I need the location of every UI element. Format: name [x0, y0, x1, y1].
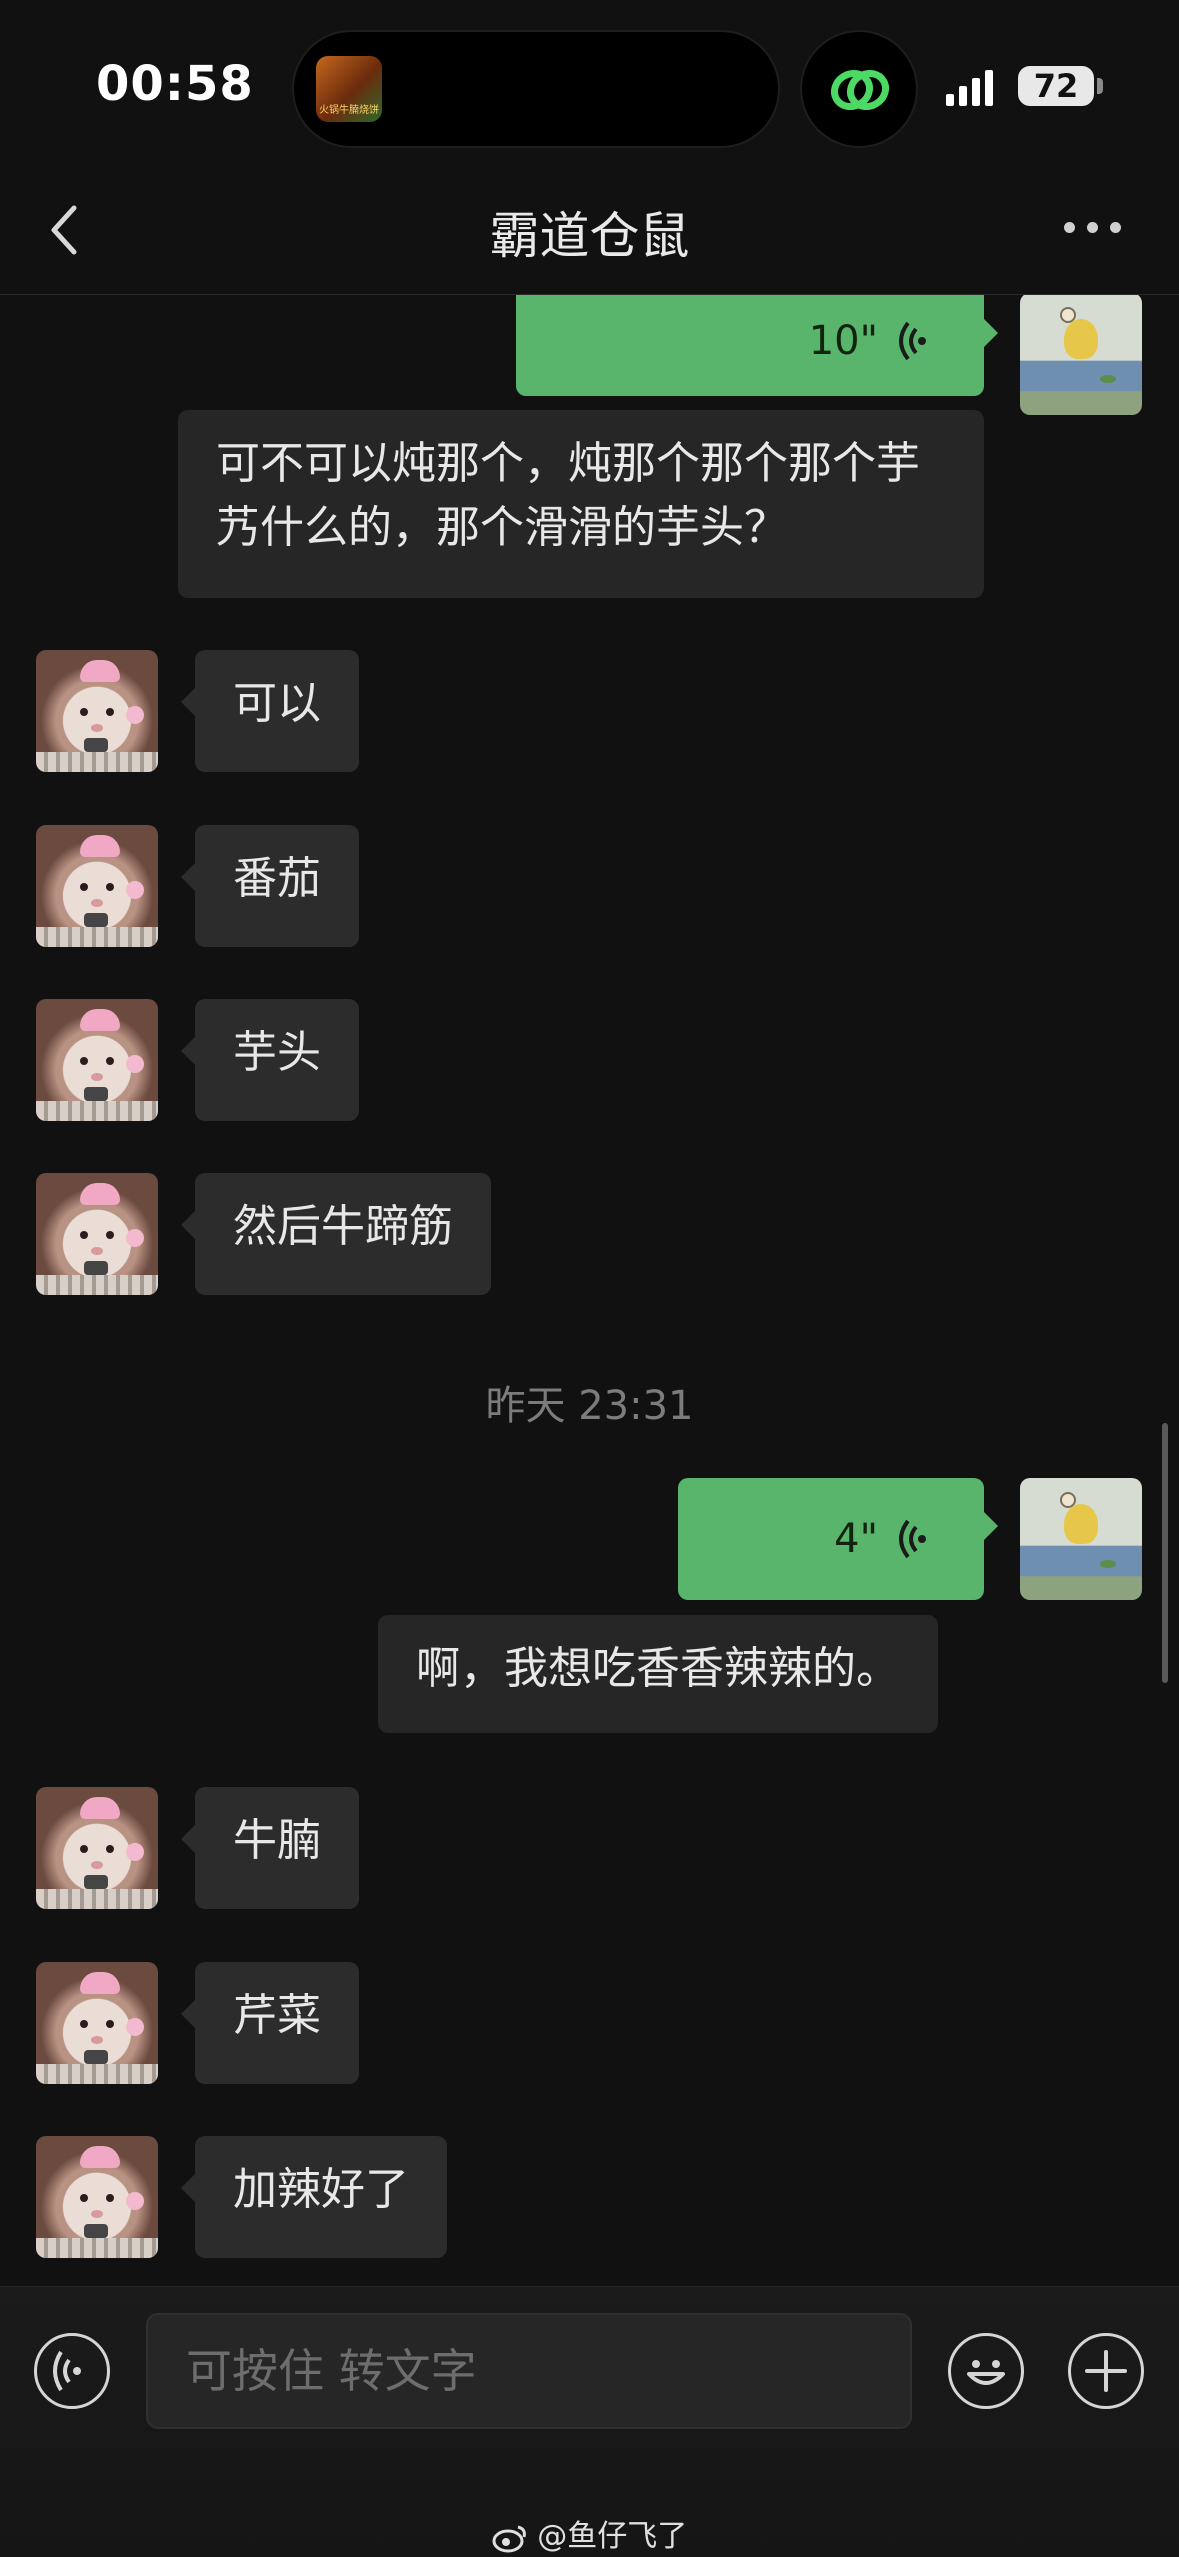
incoming-message[interactable]: 番茄 — [181, 825, 359, 947]
live-activity-thumbnail: 火锅牛腩烧饼 — [316, 56, 382, 122]
contact-avatar[interactable] — [36, 1787, 158, 1909]
battery-icon: 72 — [1018, 66, 1094, 106]
battery-tip — [1097, 78, 1103, 94]
message-input[interactable]: 可按住 转文字 — [146, 2313, 912, 2429]
voice-message[interactable]: 4" — [678, 1478, 998, 1600]
scrollbar[interactable] — [1162, 1423, 1168, 1683]
incoming-message[interactable]: 可以 — [181, 650, 359, 772]
chat-title: 霸道仓鼠 — [489, 207, 690, 265]
plus-button[interactable] — [1068, 2333, 1144, 2409]
contact-avatar[interactable] — [36, 825, 158, 947]
incoming-message[interactable]: 芹菜 — [181, 1962, 359, 2084]
contact-avatar[interactable] — [36, 650, 158, 772]
contact-avatar[interactable] — [36, 1173, 158, 1295]
contact-avatar[interactable] — [36, 1962, 158, 2084]
live-activity-caption: 火锅牛腩烧饼 — [319, 105, 379, 116]
contact-avatar[interactable] — [36, 999, 158, 1121]
contact-avatar[interactable] — [36, 2136, 158, 2258]
voice-message[interactable]: 10" — [516, 295, 998, 396]
emoji-button[interactable] — [948, 2333, 1024, 2409]
status-bar: 00:58 火锅牛腩烧饼 72 — [0, 0, 1179, 170]
incoming-message[interactable]: 芋头 — [181, 999, 359, 1121]
my-avatar[interactable] — [1020, 1478, 1142, 1600]
voice-wave-icon — [899, 321, 926, 360]
emoji-icon — [967, 2360, 1005, 2385]
voice-input-icon — [53, 2350, 81, 2392]
signal-icon — [946, 66, 993, 106]
my-avatar[interactable] — [1020, 295, 1142, 415]
weibo-icon — [492, 2525, 526, 2552]
live-activity-link[interactable] — [800, 30, 918, 148]
message-list[interactable]: 10" 可不可以炖那个，炖那个那个那个芋艿什么的，那个滑滑的芋头？ 可以 番茄 … — [0, 295, 1179, 2285]
voice-input-button[interactable] — [34, 2333, 110, 2409]
incoming-message[interactable]: 加辣好了 — [181, 2136, 447, 2258]
dynamic-island[interactable]: 火锅牛腩烧饼 — [292, 30, 780, 148]
more-dots-icon[interactable] — [1064, 222, 1121, 233]
voice-transcript: 啊，我想吃香香辣辣的。 — [378, 1615, 938, 1733]
voice-duration: 10" — [808, 317, 878, 364]
timestamp: 昨天 23:31 — [485, 1383, 694, 1429]
plus-icon — [1085, 2350, 1127, 2392]
input-bar: 可按住 转文字 @鱼仔飞了 — [0, 2286, 1179, 2557]
incoming-message[interactable]: 牛腩 — [181, 1787, 359, 1909]
voice-wave-icon — [899, 1519, 926, 1559]
voice-duration: 4" — [834, 1516, 878, 1562]
status-time: 00:58 — [96, 56, 254, 112]
link-icon — [830, 69, 890, 111]
chat-header: 霸道仓鼠 — [0, 170, 1179, 295]
watermark-text: @鱼仔飞了 — [537, 2519, 688, 2554]
incoming-message[interactable]: 然后牛蹄筋 — [181, 1173, 491, 1295]
voice-transcript: 可不可以炖那个，炖那个那个那个芋艿什么的，那个滑滑的芋头？ — [178, 410, 984, 598]
watermark: @鱼仔飞了 — [0, 2511, 1179, 2555]
